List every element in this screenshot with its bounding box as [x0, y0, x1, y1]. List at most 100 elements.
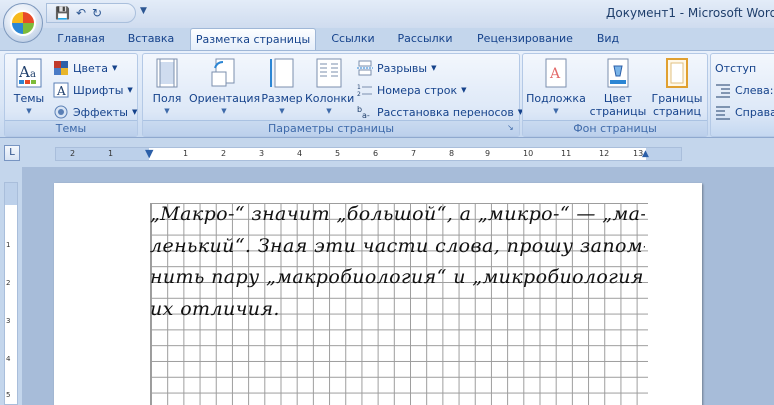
- vertical-ruler[interactable]: 1 2 3 4 5: [4, 182, 18, 405]
- tab-references[interactable]: Ссылки: [323, 28, 383, 50]
- ruler-tick: 10: [523, 149, 534, 158]
- save-icon[interactable]: 💾: [55, 5, 70, 21]
- document-text[interactable]: „Макро-“ значит „большой“, а „микро-“ — …: [150, 199, 645, 325]
- breaks-button[interactable]: Разрывы ▼: [357, 58, 436, 78]
- watermark-button[interactable]: A Подложка ▼: [525, 58, 587, 118]
- ruler-tick: 6: [373, 149, 379, 158]
- orientation-label: Ориентация: [189, 92, 261, 105]
- tab-view[interactable]: Вид: [590, 28, 626, 50]
- vruler-top-margin: [5, 183, 17, 205]
- office-button[interactable]: [3, 3, 43, 43]
- ruler-tick: 3: [259, 149, 265, 158]
- indent-left-icon: [715, 82, 731, 98]
- indent-heading: Отступ: [715, 58, 756, 78]
- page-setup-launcher-icon[interactable]: ↘: [507, 124, 516, 133]
- svg-text:a-: a-: [362, 111, 370, 120]
- fonts-dropdown-icon: ▼: [127, 86, 133, 94]
- redo-icon[interactable]: ↻: [92, 5, 102, 21]
- page-borders-button[interactable]: Границы страниц: [649, 58, 705, 118]
- ruler-tick: 2: [70, 149, 76, 158]
- horizontal-ruler[interactable]: 2 1 ▼ 1 2 3 4 5 6 7 8 9 10 11 12 13 ▲: [55, 147, 682, 161]
- colors-dropdown-icon: ▼: [111, 64, 118, 72]
- effects-icon: [53, 104, 69, 120]
- themes-group: A a Темы ▼ Цвета ▼ A Шрифты ▼ Эффекты ▼ …: [4, 53, 138, 137]
- themes-group-label: Темы: [5, 120, 137, 136]
- indent-right-field[interactable]: Справа: [715, 102, 774, 122]
- page-borders-label-2: страниц: [652, 105, 701, 118]
- svg-text:a: a: [30, 69, 36, 80]
- margins-button[interactable]: Поля ▼: [149, 58, 185, 118]
- line-numbers-button[interactable]: 12 Номера строк ▼: [357, 80, 467, 100]
- document-area: „Макро-“ значит „большой“, а „микро-“ — …: [22, 167, 774, 405]
- ruler-tick: 7: [411, 149, 417, 158]
- undo-icon[interactable]: ↶: [76, 5, 86, 21]
- first-line-indent-marker-icon[interactable]: ▼: [145, 148, 153, 159]
- breaks-dropdown-icon: ▼: [431, 64, 437, 72]
- size-button[interactable]: Размер ▼: [261, 58, 303, 118]
- tab-mailings[interactable]: Рассылки: [392, 28, 458, 50]
- watermark-icon: A: [543, 58, 569, 88]
- themes-dropdown-icon: ▼: [26, 107, 32, 115]
- ribbon: A a Темы ▼ Цвета ▼ A Шрифты ▼ Эффекты ▼ …: [0, 50, 774, 138]
- tab-home[interactable]: Главная: [52, 28, 110, 50]
- ruler-tick: 9: [485, 149, 491, 158]
- themes-icon: A a: [16, 58, 42, 88]
- ruler-tick: 2: [221, 149, 227, 158]
- ruler-tick: 5: [335, 149, 341, 158]
- fonts-icon: A: [53, 82, 69, 98]
- ruler-tick: 8: [449, 149, 455, 158]
- size-dropdown-icon: ▼: [279, 107, 285, 115]
- paragraph-group: Отступ Слева: Справа: [710, 53, 774, 137]
- ruler-tick: 4: [297, 149, 303, 158]
- text-line-4: их отличия.: [150, 297, 280, 320]
- watermark-label: Подложка: [526, 92, 586, 105]
- size-icon: [269, 58, 295, 88]
- document-page[interactable]: „Макро-“ значит „большой“, а „микро-“ — …: [54, 183, 702, 405]
- themes-button[interactable]: A a Темы ▼: [9, 58, 49, 118]
- indent-left-label: Слева:: [735, 83, 774, 97]
- margins-icon: [154, 58, 180, 88]
- page-setup-group-label: Параметры страницы: [143, 120, 519, 136]
- colors-button[interactable]: Цвета ▼: [53, 58, 117, 78]
- title-bar: 💾 ↶ ↻ ▼ Документ1 - Microsoft Word: [0, 0, 774, 28]
- fonts-label: Шрифты: [73, 83, 124, 97]
- hyphenation-button[interactable]: b a- Расстановка переносов ▼: [357, 102, 523, 122]
- tab-selector-button[interactable]: L: [4, 145, 20, 161]
- columns-button[interactable]: Колонки ▼: [305, 58, 354, 118]
- svg-text:A: A: [56, 84, 66, 98]
- tab-insert[interactable]: Вставка: [118, 28, 184, 50]
- fonts-button[interactable]: A Шрифты ▼: [53, 80, 133, 100]
- text-line-1: „Макро-“ значит „большой“, а „микро-“ — …: [150, 203, 645, 225]
- breaks-icon: [357, 60, 373, 76]
- size-label: Размер: [261, 92, 303, 105]
- ruler-tick: 11: [561, 149, 572, 158]
- colors-icon: [53, 60, 69, 76]
- word-window: 💾 ↶ ↻ ▼ Документ1 - Microsoft Word Главн…: [0, 0, 774, 405]
- tab-page-layout[interactable]: Разметка страницы: [190, 28, 316, 50]
- tab-review[interactable]: Рецензирование: [470, 28, 580, 50]
- colors-label: Цвета: [73, 61, 108, 75]
- svg-text:A: A: [549, 66, 561, 82]
- svg-text:A: A: [18, 63, 30, 81]
- office-logo-icon: [10, 10, 36, 36]
- indent-right-icon: [715, 104, 731, 120]
- text-line-3: нить пару „макробиология“ и „микробиолог…: [150, 266, 645, 289]
- indent-left-field[interactable]: Слева:: [715, 80, 773, 100]
- vruler-tick: 1: [6, 241, 11, 249]
- vruler-tick: 4: [6, 355, 11, 363]
- effects-label: Эффекты: [73, 105, 128, 119]
- ruler-right-margin: [646, 148, 681, 160]
- margins-dropdown-icon: ▼: [164, 107, 170, 115]
- hyphenation-icon: b a-: [357, 104, 373, 120]
- customize-qat-icon[interactable]: ▼: [140, 6, 147, 16]
- ruler-tick: 1: [183, 149, 189, 158]
- breaks-label: Разрывы: [377, 61, 428, 75]
- ruler-tick: 1: [108, 149, 114, 158]
- orientation-button[interactable]: Ориентация ▼: [189, 58, 261, 118]
- page-setup-group: Поля ▼ Ориентация ▼ Размер ▼ Колонки ▼ Р…: [142, 53, 523, 137]
- page-borders-label-1: Границы: [651, 92, 703, 105]
- ruler-area: L 2 1 ▼ 1 2 3 4 5 6 7 8 9 10 11 12 13 ▲: [0, 139, 774, 167]
- themes-label: Темы: [13, 92, 45, 105]
- right-indent-marker-icon[interactable]: ▲: [642, 148, 649, 160]
- effects-button[interactable]: Эффекты ▼: [53, 102, 137, 122]
